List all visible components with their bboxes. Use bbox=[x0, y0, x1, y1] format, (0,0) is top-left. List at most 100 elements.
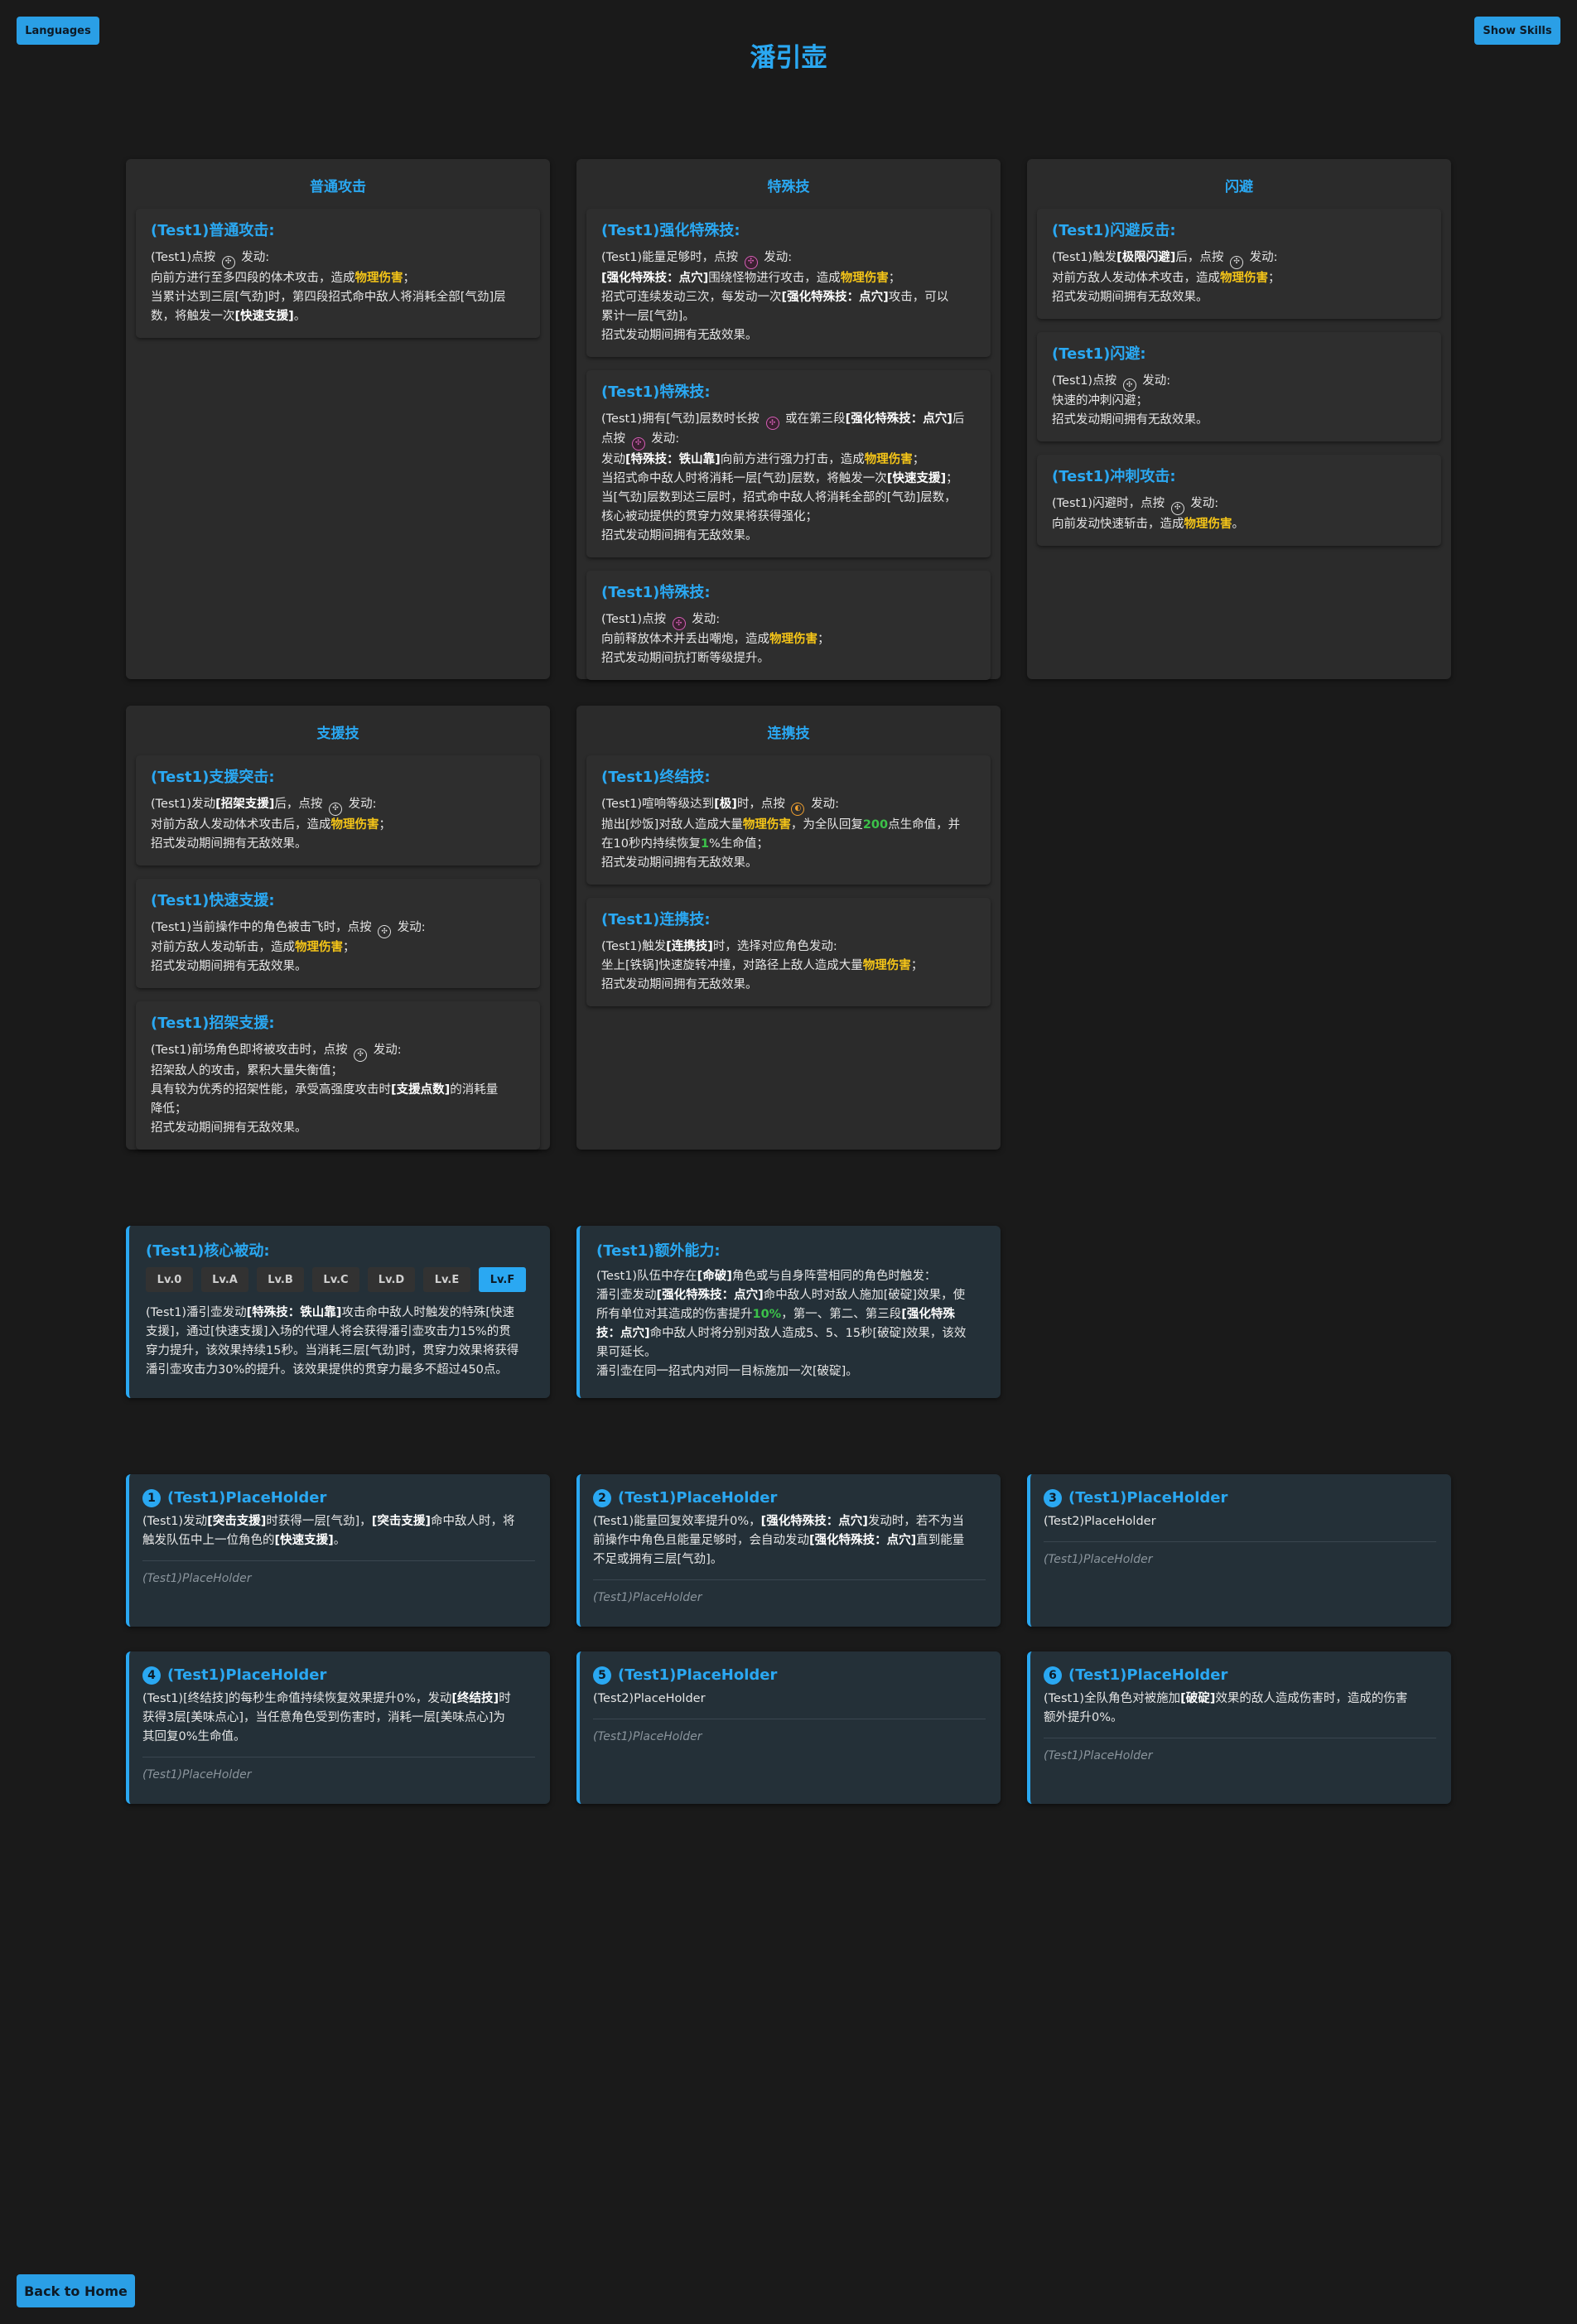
talent-title: 6 (Test1)PlaceHolder bbox=[1044, 1665, 1436, 1686]
skill-desc-line: (Test1)当前操作中的角色被击飞时，点按 ✣ 发动: bbox=[151, 919, 525, 938]
skill-card: (Test1)终结技: (Test1)喧响等级达到[极]时，点按 ◐ 发动: 抛出[… bbox=[586, 755, 991, 885]
talent-card: 1 (Test1)PlaceHolder (Test1)发动[突击支援]时获得一层[… bbox=[126, 1474, 550, 1627]
level-selector: Lv.0 Lv.A Lv.B Lv.C Lv.D Lv.E Lv.F bbox=[146, 1267, 535, 1292]
level-button-lv-e[interactable]: Lv.E bbox=[423, 1267, 470, 1292]
keyword-text: [突击支援] bbox=[207, 1515, 267, 1528]
button-prompt-icon: ◐ bbox=[791, 802, 805, 816]
talent-number-badge: 4 bbox=[142, 1666, 161, 1685]
skill-card: (Test1)特殊技: (Test1)拥有[气劲]层数时长按 ✣ 或在第三段[强化… bbox=[586, 369, 991, 557]
back-home-button[interactable]: Back to Home bbox=[17, 2274, 135, 2307]
level-button-lv-a[interactable]: Lv.A bbox=[201, 1267, 248, 1292]
skill-name: (Test1)特殊技: bbox=[601, 583, 711, 601]
talent-title: 3 (Test1)PlaceHolder bbox=[1044, 1487, 1436, 1509]
skill-desc-line: (Test1)能量足够时，点按 ✣ 发动: bbox=[601, 248, 976, 269]
core-passive-line: (Test1)潘引壶发动[特殊技：铁山靠]攻击命中敌人时触发的特殊[快速 bbox=[146, 1306, 515, 1319]
extra-ability-box: (Test1)额外能力: (Test1)队伍中存在[命破]角色或与自身阵营相同的… bbox=[576, 1226, 1001, 1398]
talent-desc-line: (Test2)PlaceHolder bbox=[593, 1692, 706, 1705]
button-prompt-icon: ✣ bbox=[765, 417, 779, 430]
keyword-text: [招架支援] bbox=[215, 798, 275, 811]
core-passive-box: (Test1)核心被动: Lv.0 Lv.A Lv.B Lv.C Lv.D Lv.E Lv.… bbox=[126, 1226, 550, 1398]
skill-desc-line: (Test1)前场角色即将被攻击时，点按 ✣ 发动: bbox=[151, 1041, 525, 1062]
core-passive-line: 潘引壶攻击力30%的提升。该效果提供的贯穿力最多不超过450点。 bbox=[146, 1363, 508, 1377]
talent-number-badge: 5 bbox=[593, 1666, 611, 1685]
skill-desc-line: (Test1)拥有[气劲]层数时长按 ✣ 或在第三段[强化特殊技：点穴]后 bbox=[601, 410, 976, 430]
skill-desc-line: 招式发动期间拥有无敌效果。 bbox=[601, 856, 758, 870]
skill-desc-line: 招式发动期间拥有无敌效果。 bbox=[601, 328, 758, 342]
core-passive-title: (Test1)核心被动: bbox=[146, 1242, 270, 1260]
divider bbox=[1044, 1541, 1436, 1542]
panel-dodge: 闪避 (Test1)闪避反击: (Test1)触发[极限闪避]后，点按 ✣ 发动: 对… bbox=[1027, 159, 1451, 679]
skill-name: (Test1)闪避反击: bbox=[1052, 222, 1176, 239]
skill-name: (Test1)闪避: bbox=[1052, 345, 1146, 363]
skill-desc-line: 累计一层[气劲]。 bbox=[601, 309, 695, 323]
damage-type-text: 物理伤害 bbox=[840, 271, 889, 285]
button-prompt-icon: ✣ bbox=[354, 1048, 368, 1062]
talent-desc-line: (Test1)发动[突击支援]时获得一层[气劲]，[突击支援]命中敌人时，将 bbox=[142, 1515, 515, 1528]
button-prompt-icon: ✣ bbox=[1229, 255, 1243, 269]
skill-desc-line: 具有较为优秀的招架性能，承受高强度攻击时[支援点数]的消耗量 bbox=[151, 1082, 499, 1097]
talent-title: 5 (Test1)PlaceHolder bbox=[593, 1665, 986, 1686]
divider bbox=[142, 1560, 535, 1561]
value-text: 200 bbox=[862, 817, 889, 832]
skill-card: (Test1)支援突击: (Test1)发动[招架支援]后，点按 ✣ 发动: 对前方… bbox=[136, 755, 540, 865]
talent-title-text: (Test1)PlaceHolder bbox=[618, 1489, 778, 1507]
keyword-text: [强化特殊技：点穴] bbox=[601, 271, 709, 285]
level-button-lv-0[interactable]: Lv.0 bbox=[146, 1267, 193, 1292]
damage-type-text: 物理伤害 bbox=[1184, 517, 1232, 531]
keyword-text: [命破] bbox=[697, 1270, 732, 1283]
talent-title-text: (Test1)PlaceHolder bbox=[618, 1666, 778, 1684]
panel-title: 普通攻击 bbox=[310, 179, 366, 195]
keyword-text: [强化特殊技：点穴] bbox=[809, 1534, 917, 1547]
extra-ability-title: (Test1)额外能力: bbox=[596, 1242, 721, 1260]
skill-desc-line: 当[气劲]层数到达三层时，招式命中敌人将消耗全部的[气劲]层数， bbox=[601, 490, 957, 504]
skill-desc-line: 招式发动期间拥有无敌效果。 bbox=[151, 837, 307, 851]
core-passive-line: 支援]，通过[快速支援]入场的代理人将会获得潘引壶攻击力15%的贯 bbox=[146, 1325, 511, 1338]
keyword-text: [破碇] bbox=[1180, 1692, 1216, 1705]
talent-note: (Test1)PlaceHolder bbox=[142, 1572, 252, 1585]
level-button-lv-c[interactable]: Lv.C bbox=[312, 1267, 359, 1292]
keyword-text: [强化特殊技：点穴] bbox=[760, 1515, 868, 1528]
skill-card: (Test1)招架支援: (Test1)前场角色即将被攻击时，点按 ✣ 发动: 招架… bbox=[136, 1001, 540, 1150]
talent-desc-line: 前操作中角色且能量足够时，会自动发动[强化特殊技：点穴]直到能量 bbox=[593, 1534, 965, 1547]
skill-desc-line: 向前释放体术并丢出嘲炮，造成物理伤害； bbox=[601, 633, 830, 646]
keyword-text: [连携技] bbox=[666, 939, 713, 953]
skill-desc-line: 点按 ✣ 发动: bbox=[601, 430, 976, 451]
skill-card: (Test1)连携技: (Test1)触发[连携技]时，选择对应角色发动: 坐上[铁… bbox=[586, 897, 991, 1006]
keyword-text: [极限闪避] bbox=[1116, 251, 1176, 264]
panel-title: 连携技 bbox=[767, 726, 810, 742]
panel-title: 特殊技 bbox=[767, 179, 810, 195]
skill-name: (Test1)特殊技: bbox=[601, 383, 711, 401]
keyword-text: [快速支援] bbox=[274, 1534, 334, 1547]
level-button-lv-b[interactable]: Lv.B bbox=[257, 1267, 304, 1292]
skill-card: (Test1)普通攻击: (Test1)点按 ✣ 发动: 向前方进行至多四段的体术攻… bbox=[136, 209, 540, 338]
keyword-text: 技：点穴] bbox=[596, 1327, 650, 1340]
skill-card: (Test1)闪避: (Test1)点按 ✣ 发动: 快速的冲刺闪避； 招式发动期间拥… bbox=[1037, 331, 1441, 441]
skill-name: (Test1)支援突击: bbox=[151, 769, 275, 786]
talent-desc-line: 额外提升0%。 bbox=[1044, 1711, 1123, 1724]
button-prompt-icon: ✣ bbox=[328, 802, 342, 816]
skill-desc-line: 招架敌人的攻击，累积大量失衡值； bbox=[151, 1063, 343, 1078]
extra-ability-line: 潘引壶发动[强化特殊技：点穴]命中敌人时对敌人施加[破碇]效果，使 bbox=[596, 1289, 966, 1302]
talent-number-badge: 6 bbox=[1044, 1666, 1062, 1685]
skill-desc-line: 数，将触发一次[快速支援]。 bbox=[151, 309, 306, 323]
talent-number-badge: 1 bbox=[142, 1489, 161, 1507]
skill-desc-line: 招式发动期间拥有无敌效果。 bbox=[601, 977, 758, 991]
skill-card: (Test1)强化特殊技: (Test1)能量足够时，点按 ✣ 发动: [强化特殊技… bbox=[586, 209, 991, 357]
extra-ability-line: 技：点穴]命中敌人时将分别对敌人造成5、5、15秒[破碇]效果，该效 bbox=[596, 1327, 967, 1340]
talent-card: 2 (Test1)PlaceHolder (Test1)能量回复效率提升0%，[强化… bbox=[576, 1474, 1001, 1627]
level-button-lv-f[interactable]: Lv.F bbox=[479, 1267, 526, 1292]
keyword-text: [支援点数] bbox=[391, 1082, 451, 1097]
core-passive-text: (Test1)潘引壶发动[特殊技：铁山靠]攻击命中敌人时触发的特殊[快速 支援]，… bbox=[146, 1304, 535, 1380]
skill-desc-line: 发动[特殊技：铁山靠]向前方进行强力打击，造成物理伤害； bbox=[601, 452, 925, 466]
talent-desc-line: (Test2)PlaceHolder bbox=[1044, 1515, 1156, 1528]
value-text: 10% bbox=[752, 1308, 782, 1321]
skill-desc-line: (Test1)点按 ✣ 发动: bbox=[151, 248, 525, 269]
talent-card: 5 (Test1)PlaceHolder (Test2)PlaceHolder (Te… bbox=[576, 1651, 1001, 1804]
panel-title: 支援技 bbox=[316, 726, 359, 742]
skill-name: (Test1)普通攻击: bbox=[151, 222, 275, 239]
talent-note: (Test1)PlaceHolder bbox=[1044, 1553, 1153, 1566]
keyword-text: [强化特殊技：点穴] bbox=[656, 1289, 764, 1302]
level-button-lv-d[interactable]: Lv.D bbox=[368, 1267, 415, 1292]
skill-desc-line: 招式发动期间拥有无敌效果。 bbox=[601, 528, 758, 542]
extra-ability-line: 潘引壶在同一招式内对同一目标施加一次[破碇]。 bbox=[596, 1365, 858, 1378]
